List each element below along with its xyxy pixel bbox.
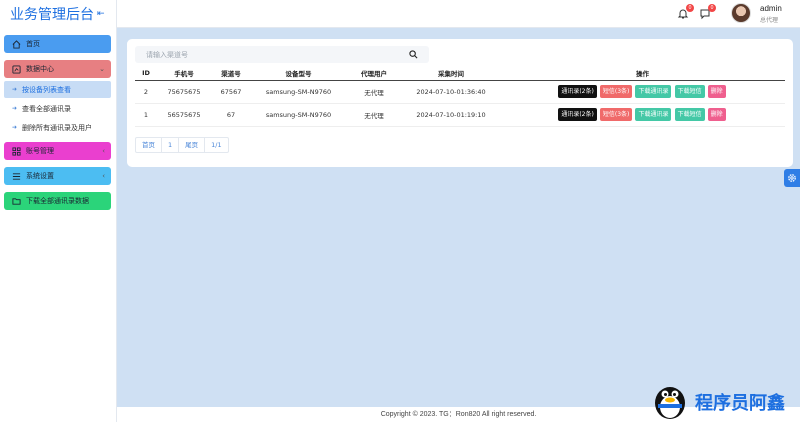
- search-icon[interactable]: [409, 50, 418, 59]
- message-badge: 0: [708, 4, 716, 12]
- avatar[interactable]: [731, 3, 751, 23]
- app-title: 业务管理后台: [10, 7, 94, 23]
- notification-badge: 0: [686, 4, 694, 12]
- chevron-left-icon: ‹: [102, 172, 105, 180]
- sidebar-item-label: 系统设置: [26, 172, 54, 180]
- column-header-actions: 操作: [500, 66, 785, 81]
- pager-first[interactable]: 首页: [136, 138, 162, 152]
- cell-device: samsung-SM-N9760: [251, 103, 346, 127]
- chart-icon: [12, 64, 21, 74]
- watermark-text: 程序员阿鑫: [695, 393, 785, 414]
- cell-actions: 通讯录(2条) 短信(3条) 下载通讯录 下载短信 删除: [500, 103, 785, 127]
- download-contacts-button[interactable]: 下载通讯录: [635, 108, 672, 121]
- sidebar: 业务管理后台 ⇤ 首页 数据中心 ⌄ ➜ 按设备列表查看 ➜ 查看全部通讯录 ➜…: [0, 0, 117, 422]
- cell-channel: 67: [211, 103, 251, 127]
- delete-button[interactable]: 删除: [707, 108, 726, 121]
- sidebar-subitem-device-list[interactable]: ➜ 按设备列表查看: [4, 81, 111, 98]
- grid-icon: [12, 146, 21, 156]
- sms-button[interactable]: 短信(3条): [599, 85, 633, 98]
- cell-phone: 56575675: [157, 103, 211, 127]
- sidebar-item-label: 数据中心: [26, 65, 54, 73]
- download-sms-button[interactable]: 下载短信: [674, 108, 705, 121]
- contacts-button[interactable]: 通讯录(2条): [558, 108, 597, 121]
- sidebar-subitem-label: 查看全部通讯录: [22, 104, 72, 113]
- sidebar-item-download-all[interactable]: 下载全部通讯录数据: [4, 192, 111, 210]
- sidebar-item-home[interactable]: 首页: [4, 35, 111, 53]
- home-icon: [12, 39, 21, 49]
- table-header-row: ID 手机号 渠道号 设备型号 代理用户 采集时间 操作: [135, 66, 785, 81]
- collapse-icon[interactable]: ⇤: [97, 9, 105, 19]
- pager-info: 1/1: [211, 141, 222, 149]
- cell-phone: 75675675: [157, 80, 211, 104]
- watermark: 程序员阿鑫: [650, 380, 800, 420]
- search-input[interactable]: [135, 46, 395, 63]
- sidebar-subitem-label: 按设备列表查看: [22, 85, 72, 94]
- column-header-id: ID: [135, 66, 157, 81]
- folder-icon: [12, 197, 21, 206]
- cell-channel: 67567: [211, 80, 251, 104]
- cell-agent: 无代理: [346, 80, 402, 104]
- column-header-time: 采集时间: [402, 66, 500, 81]
- cell-id: 2: [135, 80, 157, 104]
- sidebar-subitem-all-contacts[interactable]: ➜ 查看全部通讯录: [4, 100, 111, 117]
- chevron-left-icon: ‹: [102, 147, 105, 155]
- pagination: 首页 1 尾页 1/1: [135, 137, 229, 153]
- search-box: [135, 46, 429, 63]
- contacts-button[interactable]: 通讯录(2条): [558, 85, 597, 98]
- cell-device: samsung-SM-N9760: [251, 80, 346, 104]
- data-center-submenu: ➜ 按设备列表查看 ➜ 查看全部通讯录 ➜ 删除所有通讯录及用户: [4, 81, 111, 136]
- arrow-icon: ➜: [12, 86, 18, 93]
- sidebar-menu: 首页 数据中心 ⌄ ➜ 按设备列表查看 ➜ 查看全部通讯录 ➜ 删除所有通讯录及…: [0, 28, 116, 210]
- chevron-down-icon: ⌄: [99, 65, 105, 73]
- sidebar-item-label: 下载全部通讯录数据: [26, 197, 89, 205]
- user-name[interactable]: admin: [760, 4, 782, 13]
- download-contacts-button[interactable]: 下载通讯录: [635, 85, 672, 98]
- device-list-card: ID 手机号 渠道号 设备型号 代理用户 采集时间 操作 2 75675675 …: [127, 39, 793, 167]
- cell-time: 2024-07-10-01:19:10: [402, 103, 500, 127]
- bell-icon[interactable]: 0: [677, 4, 694, 20]
- sidebar-item-data-center[interactable]: 数据中心 ⌄: [4, 60, 111, 78]
- sidebar-item-label: 账号管理: [26, 147, 54, 155]
- cell-id: 1: [135, 103, 157, 127]
- table-row: 2 75675675 67567 samsung-SM-N9760 无代理 20…: [135, 80, 785, 104]
- footer-copyright: Copyright © 2023. TG：Ron820 All right re…: [380, 411, 537, 418]
- topbar: 0 0 admin 总代理: [117, 0, 800, 28]
- download-sms-button[interactable]: 下载短信: [674, 85, 705, 98]
- sms-button[interactable]: 短信(3条): [599, 108, 633, 121]
- sidebar-subitem-label: 删除所有通讯录及用户: [22, 123, 93, 132]
- pager-last[interactable]: 尾页: [179, 138, 206, 152]
- penguin-logo: [655, 387, 685, 419]
- cell-time: 2024-07-10-01:36:40: [402, 80, 500, 104]
- delete-button[interactable]: 删除: [707, 85, 726, 98]
- user-role: 总代理: [760, 17, 779, 24]
- pager-current[interactable]: 1: [162, 138, 180, 152]
- arrow-icon: ➜: [12, 124, 18, 131]
- column-header-channel: 渠道号: [211, 66, 251, 81]
- cell-actions: 通讯录(2条) 短信(3条) 下载通讯录 下载短信 删除: [500, 80, 785, 104]
- brand: 业务管理后台 ⇤: [0, 0, 116, 28]
- sidebar-item-label: 首页: [26, 40, 40, 48]
- column-header-phone: 手机号: [157, 66, 211, 81]
- table-row: 1 56575675 67 samsung-SM-N9760 无代理 2024-…: [135, 103, 785, 127]
- cell-agent: 无代理: [346, 103, 402, 127]
- settings-gear-icon[interactable]: [784, 169, 800, 187]
- column-header-device: 设备型号: [251, 66, 346, 81]
- sidebar-item-account[interactable]: 账号管理 ‹: [4, 142, 111, 160]
- sidebar-item-system[interactable]: 系统设置 ‹: [4, 167, 111, 185]
- column-header-agent: 代理用户: [346, 66, 402, 81]
- sidebar-subitem-delete-all[interactable]: ➜ 删除所有通讯录及用户: [4, 119, 111, 136]
- arrow-icon: ➜: [12, 105, 18, 112]
- menu-icon: [12, 172, 21, 181]
- message-icon[interactable]: 0: [699, 4, 716, 20]
- device-table: ID 手机号 渠道号 设备型号 代理用户 采集时间 操作 2 75675675 …: [135, 66, 785, 127]
